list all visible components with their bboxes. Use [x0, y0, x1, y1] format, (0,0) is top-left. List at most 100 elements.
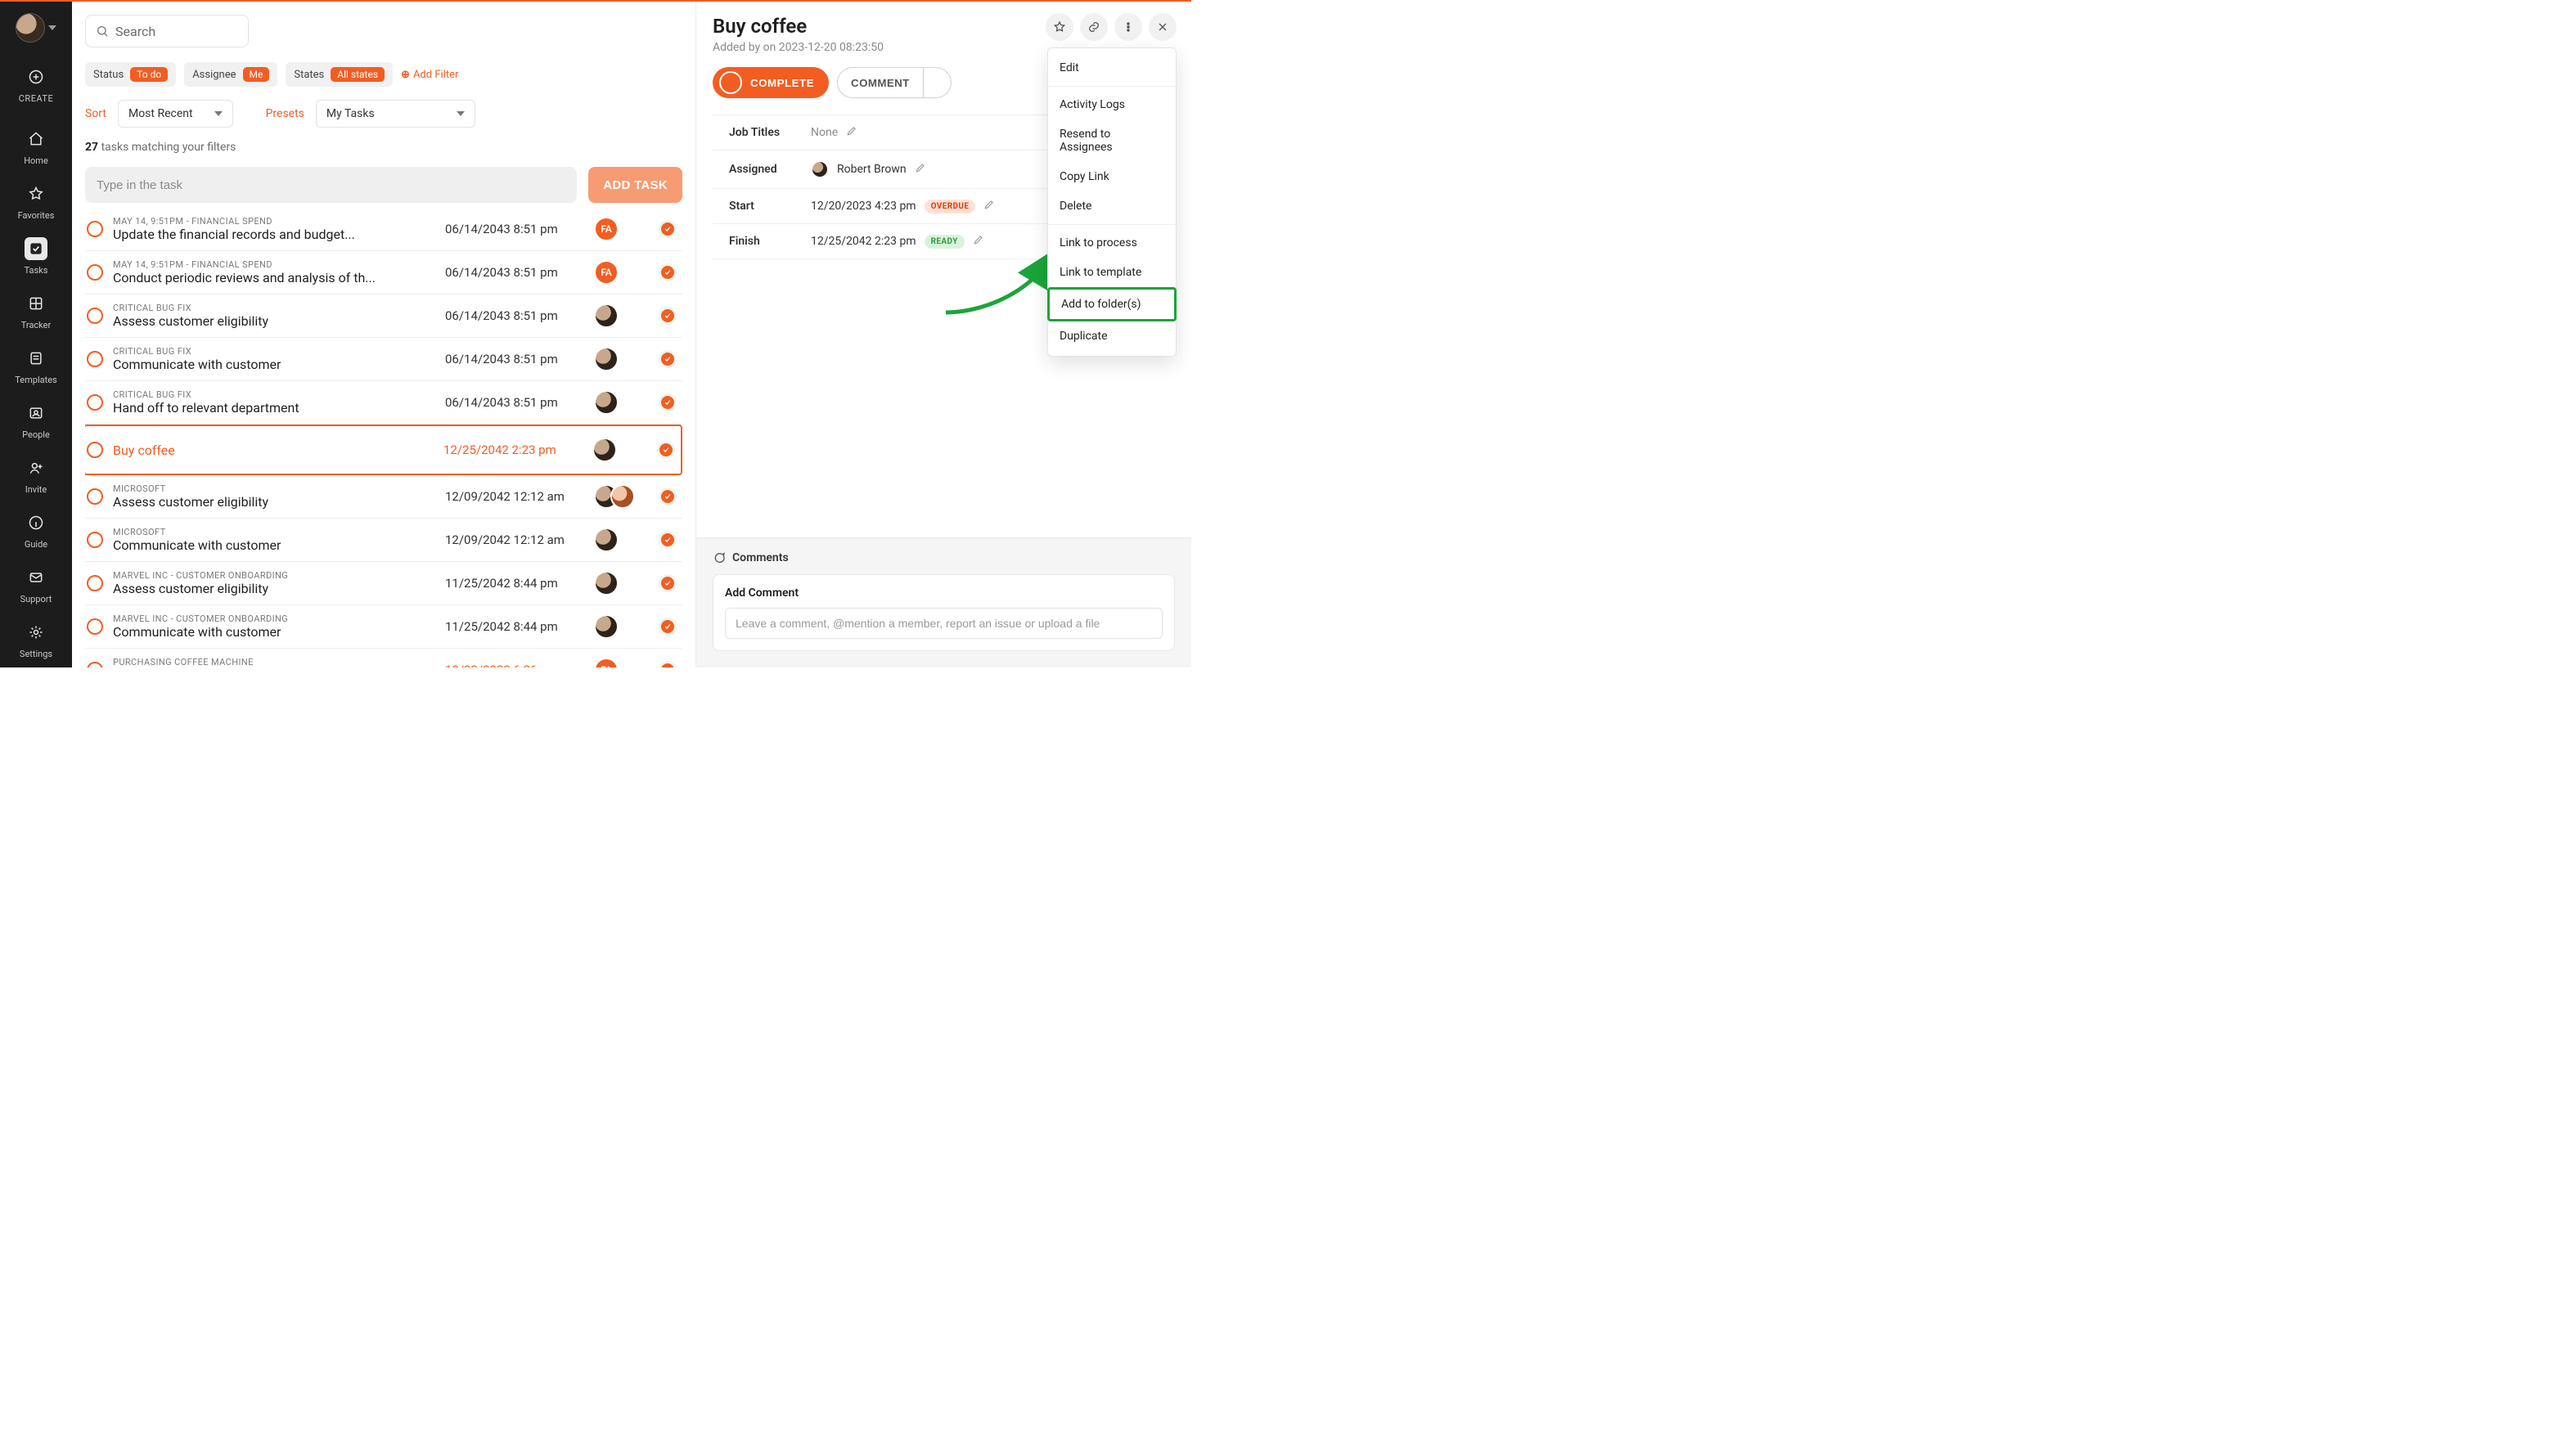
task-row[interactable]: CRITICAL BUG FIXAssess customer eligibil… [85, 294, 682, 338]
task-row[interactable]: MARVEL INC - CUSTOMER ONBOARDINGAssess c… [85, 562, 682, 605]
task-status-check[interactable] [653, 220, 682, 238]
task-date: 06/14/2043 8:51 pm [445, 265, 584, 280]
avatar [594, 571, 619, 595]
overdue-badge: OVERDUE [925, 200, 976, 213]
menu-separator [1048, 224, 1176, 225]
presets-select[interactable]: My Tasks [316, 100, 475, 128]
field-label: Start [713, 200, 811, 213]
nav-guide[interactable]: Guide [7, 503, 65, 558]
task-row[interactable]: CRITICAL BUG FIXHand off to relevant dep… [85, 381, 682, 425]
star-icon [25, 182, 47, 205]
task-complete-circle[interactable] [87, 662, 103, 667]
task-title: Conduct periodic reviews and analysis of… [113, 270, 429, 285]
complete-button[interactable]: COMPLETE [713, 67, 829, 98]
task-assignees: FA [594, 260, 643, 285]
comments-header: Comments [713, 551, 1175, 564]
comment-button[interactable]: COMMENT [837, 67, 924, 98]
edit-icon[interactable] [846, 125, 861, 140]
menu-item[interactable]: Resend to Assignees [1048, 119, 1176, 162]
menu-item[interactable]: Copy Link [1048, 162, 1176, 191]
task-status-check[interactable] [653, 531, 682, 549]
task-complete-circle[interactable] [87, 532, 103, 548]
menu-item[interactable]: Delete [1048, 191, 1176, 221]
filter-status[interactable]: Status To do [85, 62, 176, 87]
task-content: MICROSOFTAssess customer eligibility [113, 483, 435, 510]
task-row[interactable]: Buy coffee12/25/2042 2:23 pm [85, 425, 682, 475]
nav-settings[interactable]: Settings [7, 613, 65, 667]
task-status-check[interactable] [653, 393, 682, 411]
favorite-button[interactable] [1046, 13, 1073, 41]
task-row[interactable]: MAY 14, 9:51PM - FINANCIAL SPENDConduct … [85, 251, 682, 294]
task-row[interactable]: MICROSOFTAssess customer eligibility 12/0… [85, 475, 682, 519]
add-task-button[interactable]: ADD TASK [588, 167, 682, 203]
sort-label[interactable]: Sort [85, 107, 106, 120]
task-complete-circle[interactable] [87, 575, 103, 591]
task-status-check[interactable] [653, 263, 682, 281]
task-status-check[interactable] [653, 488, 682, 506]
task-content: MICROSOFTCommunicate with customer [113, 527, 435, 553]
avatar [16, 13, 45, 43]
task-row[interactable]: CRITICAL BUG FIXCommunicate with custome… [85, 338, 682, 381]
link-button[interactable] [1080, 13, 1108, 41]
menu-item[interactable]: Duplicate [1048, 321, 1176, 351]
edit-icon[interactable] [915, 162, 929, 177]
nav-favorites[interactable]: Favorites [7, 174, 65, 229]
task-status-check[interactable] [653, 307, 682, 325]
task-complete-circle[interactable] [87, 618, 103, 635]
task-status-check[interactable] [651, 441, 681, 459]
task-complete-circle[interactable] [87, 394, 103, 411]
task-title: Buy coffee [113, 443, 427, 458]
filter-assignee[interactable]: Assignee Me [184, 62, 277, 87]
task-complete-circle[interactable] [87, 308, 103, 324]
edit-icon[interactable] [973, 234, 988, 249]
task-row[interactable]: MICROSOFTCommunicate with customer 12/09/… [85, 519, 682, 562]
task-content: MAY 14, 9:51PM - FINANCIAL SPENDConduct … [113, 259, 435, 285]
user-menu[interactable] [16, 13, 56, 43]
nav-create[interactable]: CREATE [7, 57, 65, 112]
task-status-check[interactable] [653, 618, 682, 636]
menu-item[interactable]: Link to process [1048, 228, 1176, 258]
comment-dropdown[interactable] [924, 67, 952, 98]
task-complete-circle[interactable] [87, 488, 103, 505]
task-date: 12/09/2042 12:12 am [445, 533, 584, 547]
menu-item[interactable]: Activity Logs [1048, 90, 1176, 119]
task-date: 12/09/2042 12:12 am [445, 489, 584, 504]
task-row[interactable]: PURCHASING COFFEE MACHINEAssess the urge… [85, 649, 682, 667]
filter-states[interactable]: States All states [286, 62, 393, 87]
more-button[interactable] [1114, 13, 1142, 41]
comment-input[interactable] [725, 608, 1163, 639]
task-meta: MAY 14, 9:51PM - FINANCIAL SPEND [113, 216, 429, 227]
task-status-check[interactable] [653, 661, 682, 667]
task-meta: CRITICAL BUG FIX [113, 346, 429, 357]
sort-select[interactable]: Most Recent [118, 100, 233, 128]
task-complete-circle[interactable] [87, 221, 103, 237]
task-title: Assess customer eligibility [113, 313, 429, 329]
nav-templates[interactable]: Templates [7, 339, 65, 393]
menu-item[interactable]: Link to template [1048, 258, 1176, 287]
new-task-input[interactable] [85, 167, 577, 203]
task-row[interactable]: MARVEL INC - CUSTOMER ONBOARDINGCommunic… [85, 605, 682, 649]
comments-title: Comments [732, 551, 789, 564]
task-complete-circle[interactable] [87, 442, 103, 458]
nav-invite[interactable]: Invite [7, 448, 65, 503]
task-complete-circle[interactable] [87, 264, 103, 281]
chevron-down-icon [214, 111, 223, 116]
nav-support[interactable]: Support [7, 558, 65, 613]
nav-home[interactable]: Home [7, 119, 65, 174]
menu-item[interactable]: Edit [1048, 53, 1176, 83]
nav-tasks[interactable]: Tasks [7, 229, 65, 284]
presets-label[interactable]: Presets [266, 107, 304, 120]
filters-row: Status To do Assignee Me States All stat… [85, 62, 682, 87]
task-status-check[interactable] [653, 574, 682, 592]
task-row[interactable]: MAY 14, 9:51PM - FINANCIAL SPENDUpdate t… [85, 208, 682, 251]
task-complete-circle[interactable] [87, 351, 103, 367]
task-status-check[interactable] [653, 350, 682, 368]
mail-icon [25, 566, 47, 589]
edit-icon[interactable] [983, 199, 998, 213]
menu-item[interactable]: Add to folder(s) [1047, 287, 1177, 321]
close-button[interactable] [1149, 13, 1177, 41]
nav-people[interactable]: People [7, 393, 65, 448]
nav-tracker[interactable]: Tracker [7, 284, 65, 339]
search-input[interactable]: Search [85, 15, 249, 47]
add-filter-button[interactable]: ⊕ Add Filter [401, 69, 458, 81]
